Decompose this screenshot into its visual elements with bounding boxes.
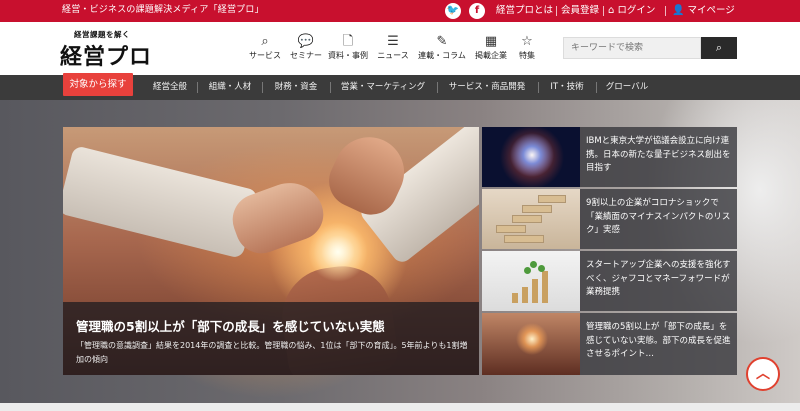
topbar-divider xyxy=(665,6,666,16)
side-article[interactable]: 9割以上の企業がコロナショックで「業績面のマイナスインパクトのリスク」実感 xyxy=(482,189,737,249)
category-separator xyxy=(262,82,263,93)
main-feature-title[interactable]: 管理職の5割以上が「部下の成長」を感じていない実態 xyxy=(76,316,385,335)
side-article[interactable]: IBMと東京大学が協議会設立に向け連携。日本の新たな量子ビジネス創出を目指す xyxy=(482,127,737,187)
search-icon: ⌕ xyxy=(261,34,269,49)
side-article[interactable]: スタートアップ企業への支援を強化すべく、ジャフコとマネーフォワードが業務提携 xyxy=(482,251,737,311)
category-separator xyxy=(538,82,539,93)
article-thumbnail xyxy=(482,127,580,187)
news-icon: ☰ xyxy=(387,34,399,49)
login-label: ログイン xyxy=(617,5,656,16)
category-it-tech[interactable]: IT・技術 xyxy=(542,75,592,100)
category-product-dev[interactable]: サービス・商品開発 xyxy=(441,75,533,100)
user-icon: 👤 xyxy=(672,5,685,16)
article-thumbnail xyxy=(482,251,580,311)
category-organization[interactable]: 組織・人材 xyxy=(202,75,258,100)
pencil-icon: ✎ xyxy=(436,34,448,49)
main-feature-description: 「管理職の意識調査」結果を2014年の調査と比較。管理職の悩み、1位は「部下の育… xyxy=(76,341,468,364)
side-article-title: 管理職の5割以上が「部下の成長」を感じていない実態。部下の成長を促進させるポイン… xyxy=(586,322,731,359)
nav-news[interactable]: ☰ ニュース xyxy=(373,34,413,70)
building-icon: ▦ xyxy=(484,34,498,49)
nav-label: 連載・コラム xyxy=(418,51,466,60)
category-separator xyxy=(197,82,198,93)
category-separator xyxy=(437,82,438,93)
category-global[interactable]: グローバル xyxy=(601,75,653,100)
nav-label: 特集 xyxy=(519,51,535,60)
side-article-title: スタートアップ企業への支援を強化すべく、ジャフコとマネーフォワードが業務提携 xyxy=(586,260,731,297)
top-bar: 経営・ビジネスの課題解決メディア「経営プロ」 🐦 f 経営プロとは 会員登録 ⌂… xyxy=(0,0,800,22)
register-link[interactable]: 会員登録 xyxy=(561,4,599,18)
main-feature-card[interactable]: 管理職の5割以上が「部下の成長」を感じていない実態 「管理職の意識調査」結果を2… xyxy=(63,127,479,375)
about-link[interactable]: 経営プロとは xyxy=(496,4,553,18)
logo-title: 経営プロ xyxy=(60,45,153,70)
search-icon: ⌕ xyxy=(715,41,723,54)
nav-features[interactable]: ☆ 特集 xyxy=(507,34,547,70)
search-input[interactable] xyxy=(563,37,701,59)
article-thumbnail xyxy=(482,189,580,249)
main-feature-caption: 管理職の5割以上が「部下の成長」を感じていない実態 「管理職の意識調査」結果を2… xyxy=(63,302,479,375)
category-management[interactable]: 経営全般 xyxy=(146,75,194,100)
browse-by-target-button[interactable]: 対象から探す xyxy=(63,73,133,96)
side-article-title: 9割以上の企業がコロナショックで「業績面のマイナスインパクトのリスク」実感 xyxy=(586,198,731,235)
site-logo[interactable]: 経営課題を解く 経営プロ xyxy=(60,29,153,70)
feature-image xyxy=(63,145,259,259)
mypage-link[interactable]: 👤 マイページ xyxy=(672,4,735,18)
nav-columns[interactable]: ✎ 連載・コラム xyxy=(418,34,466,70)
nav-documents[interactable]: 🗋 資料・事例 xyxy=(328,34,368,70)
article-thumbnail xyxy=(482,313,580,375)
side-article-title: IBMと東京大学が協議会設立に向け連携。日本の新たな量子ビジネス創出を目指す xyxy=(586,136,731,173)
content-area xyxy=(0,403,800,411)
search-form: ⌕ xyxy=(563,37,737,59)
site-header: 経営課題を解く 経営プロ ⌕ サービス 💬 セミナー 🗋 資料・事例 ☰ ニュー… xyxy=(0,22,800,75)
site-tagline: 経営・ビジネスの課題解決メディア「経営プロ」 xyxy=(62,5,264,15)
chevron-up-icon: ︿ xyxy=(756,366,770,382)
home-icon: ⌂ xyxy=(608,5,615,16)
side-article[interactable]: 管理職の5割以上が「部下の成長」を感じていない実態。部下の成長を促進させるポイン… xyxy=(482,313,737,375)
topbar-divider xyxy=(603,6,604,16)
category-finance[interactable]: 財務・資金 xyxy=(266,75,326,100)
twitter-icon[interactable]: 🐦 xyxy=(445,3,461,19)
category-separator xyxy=(596,82,597,93)
facebook-icon[interactable]: f xyxy=(469,3,485,19)
topbar-divider xyxy=(556,6,557,16)
login-link[interactable]: ⌂ ログイン xyxy=(608,4,655,18)
category-separator xyxy=(330,82,331,93)
star-icon: ☆ xyxy=(521,34,533,49)
scroll-to-top-button[interactable]: ︿ xyxy=(746,357,780,391)
mypage-label: マイページ xyxy=(687,5,735,16)
feature-image-flare xyxy=(308,222,368,282)
search-button[interactable]: ⌕ xyxy=(701,37,737,59)
nav-label: ニュース xyxy=(377,51,409,60)
chat-icon: 💬 xyxy=(297,34,315,49)
document-icon: 🗋 xyxy=(342,34,354,49)
category-sales-marketing[interactable]: 営業・マーケティング xyxy=(334,75,432,100)
category-nav: 対象から探す 経営全般 組織・人材 財務・資金 営業・マーケティング サービス・… xyxy=(0,73,800,100)
